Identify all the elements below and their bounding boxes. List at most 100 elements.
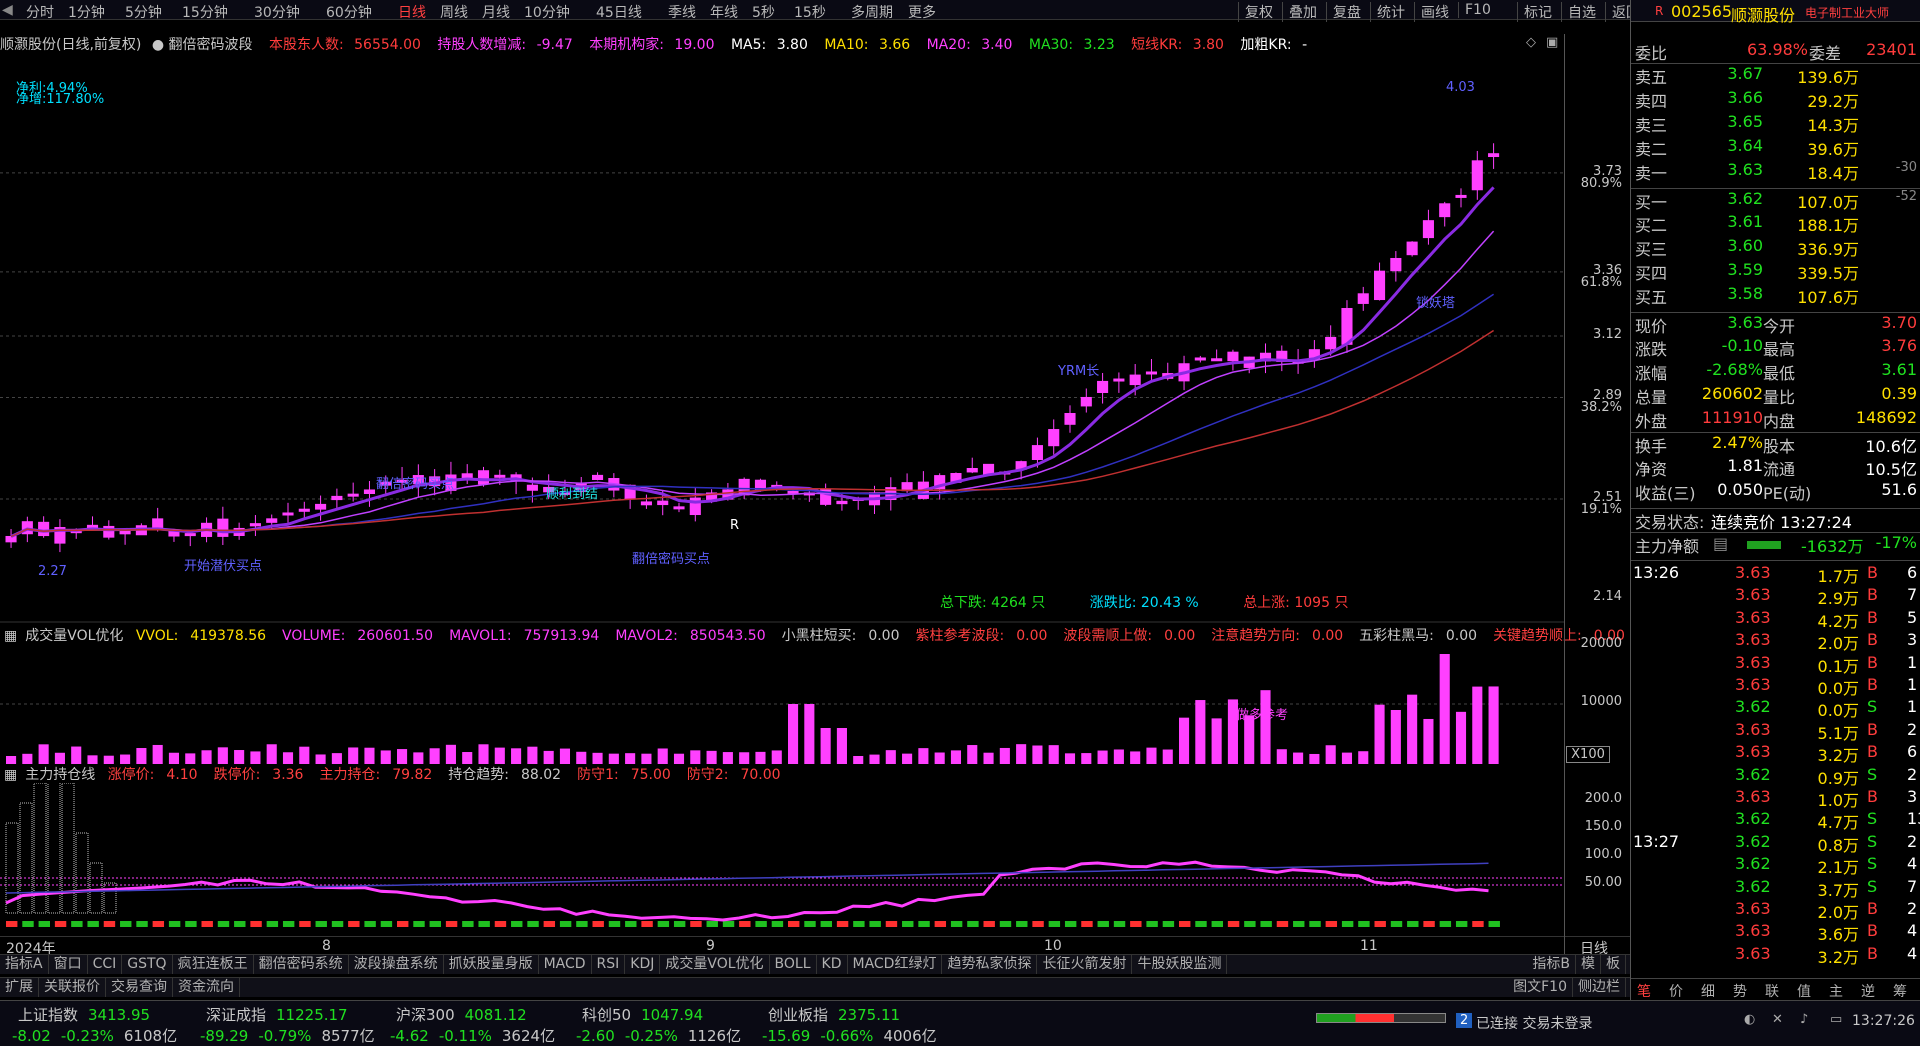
indicator-tab[interactable]: 波段操盘系统: [349, 955, 444, 974]
panel-toggle-icon[interactable]: ▣: [1546, 35, 1558, 50]
indicator-tab[interactable]: MACD红绿灯: [848, 955, 943, 974]
tool-button[interactable]: 叠加: [1282, 2, 1317, 22]
tool-button[interactable]: 画线: [1414, 2, 1449, 22]
indicator-tab[interactable]: 抓妖股量身版: [444, 955, 539, 974]
indicator-tab[interactable]: 成交量VOL优化: [660, 955, 770, 974]
period-tab[interactable]: 10分钟: [524, 2, 570, 22]
bell-icon[interactable]: ♪: [1800, 1012, 1808, 1027]
index-ticker[interactable]: 深证成指 11225.17: [206, 1004, 348, 1025]
main-flow-menu-icon[interactable]: ▤: [1713, 534, 1728, 553]
indicator-tab[interactable]: 翻倍密码系统: [254, 955, 349, 974]
quote-tab[interactable]: 筹: [1893, 981, 1907, 1001]
tool-button[interactable]: F10: [1458, 2, 1491, 18]
headset-icon[interactable]: ◐: [1744, 1012, 1755, 1027]
quote-tab[interactable]: 值: [1797, 981, 1811, 1001]
tool-button[interactable]: 复盘: [1326, 2, 1361, 22]
period-tab[interactable]: 5分钟: [125, 2, 162, 22]
period-tab[interactable]: 60分钟: [326, 2, 372, 22]
diamond-icon[interactable]: ◇: [1526, 35, 1536, 50]
indicator-tab[interactable]: 模: [1576, 955, 1601, 974]
period-tab[interactable]: 5秒: [752, 2, 775, 22]
bid-row[interactable]: 买一 3.62 107.0万 -52: [1631, 188, 1920, 212]
period-tab[interactable]: 45日线: [596, 2, 642, 22]
holding-bar: [397, 921, 409, 927]
quote-tab[interactable]: 势: [1733, 981, 1747, 1001]
indicator-tab[interactable]: 板: [1601, 955, 1626, 974]
extension-tab[interactable]: 资金流向: [173, 978, 240, 997]
bid-row[interactable]: 买五 3.58 107.6万: [1631, 284, 1920, 308]
quote-tab[interactable]: 联: [1765, 981, 1779, 1001]
quote-tab[interactable]: 主: [1829, 981, 1843, 1001]
index-ticker[interactable]: 创业板指 2375.11: [768, 1004, 900, 1025]
ask-row[interactable]: 卖四 3.66 29.2万: [1631, 88, 1920, 112]
indicator-dropdown[interactable]: ● 翻倍密码波段: [152, 37, 259, 53]
tool-button[interactable]: 统计: [1370, 2, 1405, 22]
tick-list[interactable]: 13:26 3.63 1.7万 B 6 3.63 2.9万 B 7 3.63 4.2万 B 5 3.63 2…: [1631, 560, 1920, 980]
indicator-tab[interactable]: KD: [817, 955, 848, 974]
indicator-tab[interactable]: 牛股妖股监测: [1132, 955, 1228, 974]
tool-button[interactable]: 标记: [1517, 2, 1552, 22]
ask-row[interactable]: 卖二 3.64 39.6万: [1631, 136, 1920, 160]
period-tab[interactable]: 多周期: [851, 2, 893, 22]
period-tab[interactable]: 15分钟: [182, 2, 228, 22]
candlestick-chart[interactable]: [0, 54, 1564, 624]
panel-menu-icon[interactable]: ▦: [4, 767, 17, 783]
extension-tab[interactable]: 交易查询: [106, 978, 173, 997]
holding-indicator-name[interactable]: 主力持仓线: [25, 767, 95, 783]
ask-price: 3.63: [1727, 160, 1763, 179]
indicator-tab[interactable]: GSTQ: [122, 955, 173, 974]
holding-chart[interactable]: [0, 783, 1564, 933]
quote-tab[interactable]: 细: [1701, 981, 1715, 1001]
volume-chart[interactable]: [0, 644, 1564, 764]
connection-status[interactable]: 已连接 交易未登录: [1476, 1013, 1592, 1033]
period-tab[interactable]: 更多: [908, 2, 936, 22]
bid-row[interactable]: 买三 3.60 336.9万: [1631, 236, 1920, 260]
bid-row[interactable]: 买四 3.59 339.5万: [1631, 260, 1920, 284]
index-ticker[interactable]: 沪深300 4081.12: [396, 1004, 527, 1025]
extension-tab[interactable]: 图文F10: [1508, 978, 1573, 997]
bid-row[interactable]: 买二 3.61 188.1万: [1631, 212, 1920, 236]
ask-row[interactable]: 卖五 3.67 139.6万: [1631, 64, 1920, 88]
indicator-tab[interactable]: 窗口: [49, 955, 88, 974]
quote-tab[interactable]: 逆: [1861, 981, 1875, 1001]
indicator-tab[interactable]: RSI: [592, 955, 626, 974]
period-tab[interactable]: 周线: [440, 2, 468, 22]
quote-tab[interactable]: 笔: [1637, 981, 1651, 1001]
volume-metric-label: 紫柱参考波段:: [915, 628, 1005, 644]
quote-tab[interactable]: 价: [1669, 981, 1683, 1001]
period-tab[interactable]: 30分钟: [254, 2, 300, 22]
index-ticker[interactable]: 科创50 1047.94: [582, 1004, 703, 1025]
tick-price: 3.63: [1735, 899, 1771, 918]
ask-row[interactable]: 卖一 3.63 18.4万 -30: [1631, 160, 1920, 184]
indicator-tab[interactable]: 长征火箭发射: [1037, 955, 1133, 974]
monitor-icon[interactable]: ▭: [1830, 1012, 1842, 1027]
indicator-tab[interactable]: KDJ: [625, 955, 661, 974]
volume-bar: [413, 752, 424, 764]
period-tab[interactable]: 1分钟: [68, 2, 105, 22]
holding-bar: [1276, 921, 1289, 927]
volume-indicator-name[interactable]: 成交量VOL优化: [25, 628, 123, 644]
tools-icon[interactable]: ✕: [1772, 1012, 1783, 1027]
period-tab[interactable]: 日线: [398, 2, 426, 22]
indicator-tab[interactable]: 指标A: [0, 955, 49, 974]
extension-tab[interactable]: 侧边栏: [1573, 978, 1626, 997]
extension-tab[interactable]: 扩展: [0, 978, 39, 997]
panel-menu-icon[interactable]: ▦: [4, 628, 17, 644]
index-ticker[interactable]: 上证指数 3413.95: [18, 1004, 150, 1025]
extension-tab[interactable]: 关联报价: [39, 978, 106, 997]
indicator-tab[interactable]: MACD: [539, 955, 592, 974]
indicator-tab[interactable]: BOLL: [770, 955, 817, 974]
period-tab[interactable]: 年线: [710, 2, 738, 22]
period-tab[interactable]: 15秒: [794, 2, 826, 22]
indicator-tab[interactable]: 趋势私家侦探: [942, 955, 1038, 974]
menu-arrow-icon[interactable]: ◀: [2, 2, 13, 18]
ask-row[interactable]: 卖三 3.65 14.3万: [1631, 112, 1920, 136]
indicator-tab[interactable]: 指标B: [1527, 955, 1576, 974]
tool-button[interactable]: 复权: [1238, 2, 1273, 22]
period-tab[interactable]: 月线: [482, 2, 510, 22]
indicator-tab[interactable]: 疯狂连板王: [173, 955, 254, 974]
indicator-tab[interactable]: CCI: [88, 955, 123, 974]
period-tab[interactable]: 季线: [668, 2, 696, 22]
tool-button[interactable]: 自选: [1561, 2, 1596, 22]
period-tab[interactable]: 分时: [26, 2, 54, 22]
